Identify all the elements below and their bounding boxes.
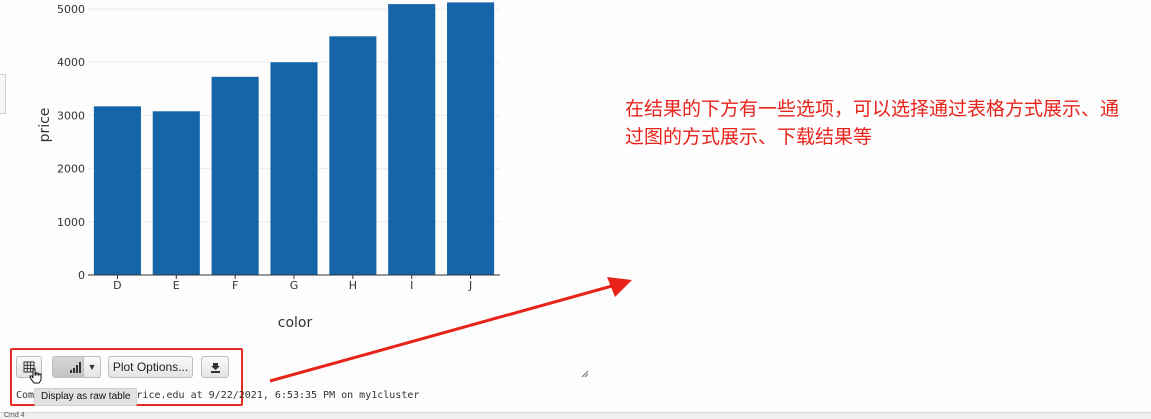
download-icon: [210, 362, 220, 373]
bar-h[interactable]: [329, 36, 377, 275]
notebook-cell: 0 1000 2000 3000 4000 5000 D E F G H I J color pric…: [0, 0, 1151, 412]
bar-chart: 0 1000 2000 3000 4000 5000 D E F G H I J color pric…: [37, 2, 500, 331]
hand-cursor-icon: [29, 368, 42, 384]
chart-bars: [93, 2, 495, 276]
bar-chart-icon: [70, 361, 81, 373]
x-tick-label: I: [410, 279, 413, 292]
resize-handle-icon[interactable]: [581, 370, 589, 378]
chart-type-dropdown[interactable]: ▼: [83, 356, 101, 378]
bar-d[interactable]: [93, 106, 141, 275]
tooltip: Display as raw table: [34, 388, 138, 406]
y-axis-ticks: 0 1000 2000 3000 4000 5000: [57, 3, 85, 282]
x-tick-label: F: [232, 279, 238, 292]
y-axis-label: price: [37, 108, 53, 143]
x-tick-label: G: [290, 279, 299, 292]
x-tick-label: E: [173, 279, 180, 292]
plot-options-button[interactable]: Plot Options...: [108, 356, 193, 378]
y-tick-label: 4000: [57, 56, 85, 69]
chevron-down-icon: ▼: [87, 362, 97, 372]
y-tick-label: 1000: [57, 216, 85, 229]
bar-e[interactable]: [152, 111, 200, 275]
x-axis-ticks: D E F G H I J: [113, 275, 472, 292]
download-button[interactable]: [201, 356, 229, 378]
annotation-text: 在结果的下方有一些选项，可以选择通过表格方式展示、通过图的方式展示、下载结果等: [625, 98, 1120, 148]
y-tick-label: 0: [78, 269, 85, 282]
bar-g[interactable]: [270, 62, 318, 275]
x-tick-label: D: [113, 279, 121, 292]
x-axis-label: color: [278, 315, 313, 331]
bar-i[interactable]: [388, 4, 436, 276]
y-tick-label: 2000: [57, 163, 85, 176]
y-tick-label: 3000: [57, 109, 85, 122]
bar-j[interactable]: [447, 2, 495, 275]
y-tick-label: 5000: [57, 3, 85, 16]
x-tick-label: H: [349, 279, 357, 292]
bar-f[interactable]: [211, 76, 259, 275]
x-tick-label: J: [468, 279, 472, 292]
